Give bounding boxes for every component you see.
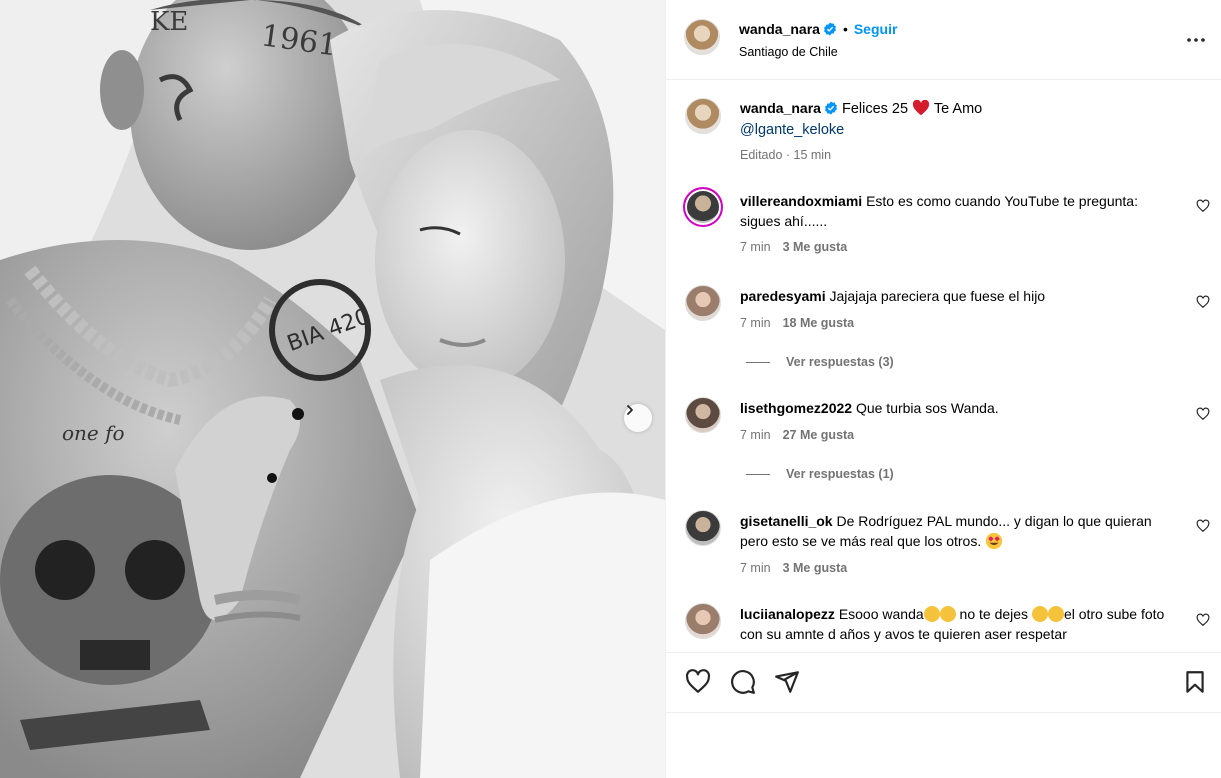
next-slide-button[interactable] xyxy=(624,404,652,432)
comment-icon[interactable] xyxy=(730,669,756,695)
author-line: wanda_nara • Seguir xyxy=(739,21,897,37)
comment-username[interactable]: luciianalopezz xyxy=(740,606,835,622)
comment-meta: 7 min 18 Me gusta xyxy=(740,316,854,330)
instagram-post-view: 1961 KE one fo BIA 420 wanda_nara • Segu… xyxy=(0,0,1221,778)
caption-username[interactable]: wanda_nara xyxy=(740,100,821,116)
comment-text: no te dejes xyxy=(959,606,1029,622)
caption-body: wanda_nara Felices 25 Te Amo @lgante_kel… xyxy=(740,98,1180,141)
action-bar xyxy=(666,652,1221,712)
comment-username[interactable]: gisetanelli_ok xyxy=(740,513,833,529)
photo-illustration: 1961 KE one fo BIA 420 xyxy=(0,0,665,778)
clapping-emoji xyxy=(1047,606,1064,622)
commenter-avatar[interactable] xyxy=(685,510,721,546)
comment-likes[interactable]: 18 Me gusta xyxy=(783,316,855,330)
clapping-emoji xyxy=(1031,606,1048,622)
caption-mention[interactable]: @lgante_keloke xyxy=(740,122,844,138)
add-comment-area[interactable] xyxy=(666,712,1221,778)
comment-item: gisetanelli_ok De Rodríguez PAL mundo...… xyxy=(666,510,1221,590)
separator-dot: • xyxy=(842,21,848,37)
comment-time: 7 min xyxy=(740,316,771,330)
svg-text:KE: KE xyxy=(150,7,188,37)
caption-edited: Editado · 15 min xyxy=(740,148,832,162)
comment-text: Que turbia sos Wanda. xyxy=(855,400,999,416)
commenter-avatar[interactable] xyxy=(685,603,721,639)
comment-item: lisethgomez2022 Que turbia sos Wanda. 7 … xyxy=(666,397,1221,487)
comment-username[interactable]: paredesyami xyxy=(740,288,826,304)
view-replies-button[interactable]: Ver respuestas (3) xyxy=(746,355,894,369)
caption-avatar[interactable] xyxy=(685,98,721,134)
clapping-emoji xyxy=(939,606,956,622)
comment-time: 7 min xyxy=(740,561,771,575)
heart-icon[interactable] xyxy=(1196,519,1210,533)
comment-username[interactable]: villereandoxmiami xyxy=(740,193,862,209)
comment-text: Esooo wanda xyxy=(838,606,924,622)
chevron-right-icon xyxy=(627,405,633,415)
comment-body: gisetanelli_ok De Rodríguez PAL mundo...… xyxy=(740,511,1180,551)
heart-icon[interactable] xyxy=(1196,199,1210,213)
heart-icon[interactable] xyxy=(685,669,711,695)
follow-button[interactable]: Seguir xyxy=(854,21,898,37)
commenter-avatar[interactable] xyxy=(685,285,721,321)
verified-icon xyxy=(824,101,837,115)
comment-body: villereandoxmiami Esto es como cuando Yo… xyxy=(740,191,1180,231)
comment-item: villereandoxmiami Esto es como cuando Yo… xyxy=(666,187,1221,267)
comment-meta: 7 min 3 Me gusta xyxy=(740,561,847,575)
comment-body: lisethgomez2022 Que turbia sos Wanda. xyxy=(740,398,1180,418)
comment-body: paredesyami Jajajaja pareciera que fuese… xyxy=(740,286,1180,306)
more-icon[interactable] xyxy=(1184,28,1208,52)
heart-icon[interactable] xyxy=(1196,295,1210,309)
comment-text: Jajajaja pareciera que fuese el hijo xyxy=(829,288,1046,304)
comment-item: luciianalopezz Esooo wanda no te dejes e… xyxy=(666,603,1221,652)
view-replies-button[interactable]: Ver respuestas (1) xyxy=(746,467,894,481)
post-location[interactable]: Santiago de Chile xyxy=(739,45,838,59)
share-icon[interactable] xyxy=(774,669,800,695)
comment-likes[interactable]: 3 Me gusta xyxy=(783,561,848,575)
post-photo: 1961 KE one fo BIA 420 xyxy=(0,0,665,778)
comment-item: paredesyami Jajajaja pareciera que fuese… xyxy=(666,285,1221,375)
commenter-avatar[interactable] xyxy=(683,187,723,227)
comment-time: 7 min xyxy=(740,240,771,254)
heart-eyes-emoji xyxy=(986,532,1003,550)
heart-icon[interactable] xyxy=(1196,613,1210,627)
comment-username[interactable]: lisethgomez2022 xyxy=(740,400,852,416)
caption-text: Felices 25 xyxy=(841,101,909,117)
verified-icon xyxy=(823,22,836,36)
red-heart-emoji xyxy=(912,99,930,116)
comment-body: luciianalopezz Esooo wanda no te dejes e… xyxy=(740,604,1180,644)
caption-text-end: Te Amo xyxy=(933,101,983,117)
heart-icon[interactable] xyxy=(1196,407,1210,421)
comment-meta: 7 min 3 Me gusta xyxy=(740,240,847,254)
author-avatar[interactable] xyxy=(684,19,720,55)
comment-time: 7 min xyxy=(740,428,771,442)
caption: wanda_nara Felices 25 Te Amo @lgante_kel… xyxy=(666,98,1221,178)
clapping-emoji xyxy=(923,606,940,622)
bookmark-icon[interactable] xyxy=(1182,669,1208,695)
svg-text:one fo: one fo xyxy=(62,421,125,445)
post-side-panel: wanda_nara • Seguir Santiago de Chile wand… xyxy=(665,0,1221,778)
commenter-avatar[interactable] xyxy=(685,397,721,433)
comment-likes[interactable]: 27 Me gusta xyxy=(783,428,855,442)
author-username[interactable]: wanda_nara xyxy=(739,21,820,37)
post-header: wanda_nara • Seguir Santiago de Chile xyxy=(666,0,1221,80)
comment-meta: 7 min 27 Me gusta xyxy=(740,428,854,442)
comment-likes[interactable]: 3 Me gusta xyxy=(783,240,848,254)
